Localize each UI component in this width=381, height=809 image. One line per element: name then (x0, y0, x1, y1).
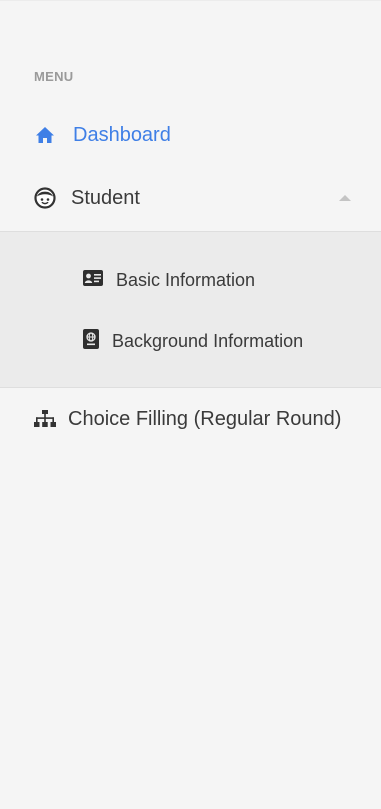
nav-item-label: Background Information (112, 330, 304, 351)
nav-item-dashboard[interactable]: Dashboard (0, 113, 381, 157)
nav-item-student[interactable]: Student (0, 176, 381, 220)
passport-icon (83, 328, 99, 354)
chevron-up-icon (339, 195, 351, 201)
home-icon (34, 124, 56, 146)
sidebar-menu: MENU Dashboard Student Basic Information… (0, 0, 381, 809)
nav-item-background-information[interactable]: Background Information (0, 321, 381, 361)
nav-item-basic-information[interactable]: Basic Information (0, 260, 381, 300)
nav-item-label: Choice Filling (Regular Round) (68, 407, 342, 430)
id-card-icon (83, 269, 103, 291)
nav-item-label: Basic Information (116, 269, 256, 290)
face-icon (34, 187, 56, 209)
sitemap-icon (34, 408, 56, 430)
menu-heading: MENU (34, 69, 74, 84)
nav-item-label: Dashboard (73, 123, 171, 146)
student-submenu: Basic Information Background Information (0, 231, 381, 388)
nav-item-label: Student (71, 186, 140, 209)
nav-item-choice-filling[interactable]: Choice Filling (Regular Round) (0, 397, 381, 441)
